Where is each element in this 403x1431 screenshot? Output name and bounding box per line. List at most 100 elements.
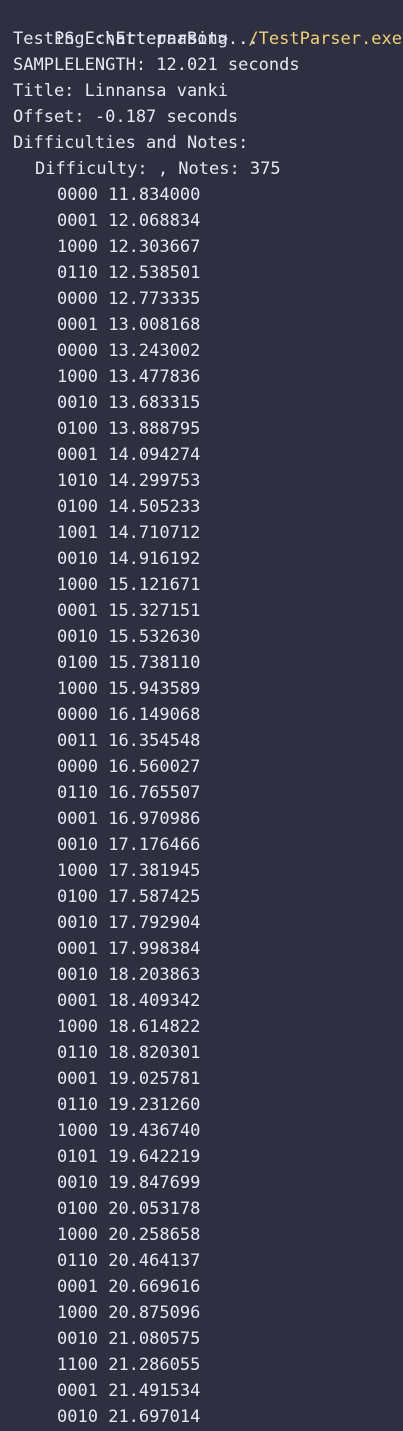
note-pattern: 0100 — [57, 1199, 98, 1219]
note-time: 13.888795 — [108, 419, 201, 439]
note-pattern: 1000 — [57, 861, 98, 881]
note-time: 19.025781 — [108, 1069, 201, 1089]
note-pattern: 0101 — [57, 1147, 98, 1167]
note-pattern: 0000 — [57, 341, 98, 361]
note-pattern: 0001 — [57, 1381, 98, 1401]
note-row: 1100 21.286055 — [57, 1352, 200, 1378]
note-time: 20.669616 — [108, 1277, 201, 1297]
note-time: 21.080575 — [108, 1329, 201, 1349]
note-row: 0001 20.669616 — [57, 1274, 200, 1300]
note-pattern: 0001 — [57, 1069, 98, 1089]
prompt-line: PS E:\EtternaBot> ./TestParser.exe — [13, 0, 402, 49]
note-time: 18.614822 — [108, 1017, 201, 1037]
note-pattern: 0010 — [57, 835, 98, 855]
note-row: 0100 15.738110 — [57, 650, 200, 676]
note-time: 12.538501 — [108, 263, 201, 283]
note-row: 0000 16.560027 — [57, 754, 200, 780]
output-line: SAMPLELENGTH: 12.021 seconds — [13, 55, 300, 75]
note-pattern: 0010 — [57, 1173, 98, 1193]
note-pattern: 0001 — [57, 315, 98, 335]
note-pattern: 1000 — [57, 1303, 98, 1323]
note-pattern: 0010 — [57, 549, 98, 569]
note-row: 0000 13.243002 — [57, 338, 200, 364]
note-time: 17.792904 — [108, 913, 201, 933]
note-pattern: 0010 — [57, 393, 98, 413]
note-pattern: 0010 — [57, 913, 98, 933]
note-time: 21.286055 — [108, 1355, 201, 1375]
note-pattern: 1010 — [57, 471, 98, 491]
note-time: 16.560027 — [108, 757, 201, 777]
note-time: 15.738110 — [108, 653, 201, 673]
note-pattern: 0011 — [57, 731, 98, 751]
note-row: 0001 16.970986 — [57, 806, 200, 832]
note-pattern: 1000 — [57, 367, 98, 387]
note-time: 16.765507 — [108, 783, 201, 803]
note-pattern: 0001 — [57, 1277, 98, 1297]
note-time: 19.642219 — [108, 1147, 201, 1167]
note-row: 1000 18.614822 — [57, 1014, 200, 1040]
note-row: 0001 15.327151 — [57, 598, 200, 624]
note-pattern: 0110 — [57, 783, 98, 803]
note-row: 0110 18.820301 — [57, 1040, 200, 1066]
note-time: 15.943589 — [108, 679, 201, 699]
note-time: 21.491534 — [108, 1381, 201, 1401]
note-row: 1000 15.943589 — [57, 676, 200, 702]
note-pattern: 0000 — [57, 705, 98, 725]
note-row: 0010 17.176466 — [57, 832, 200, 858]
note-pattern: 0100 — [57, 497, 98, 517]
note-row: 0010 13.683315 — [57, 390, 200, 416]
note-time: 12.068834 — [108, 211, 201, 231]
note-time: 12.773335 — [108, 289, 201, 309]
note-row: 0001 17.998384 — [57, 936, 200, 962]
note-row: 0001 18.409342 — [57, 988, 200, 1014]
output-line: Difficulties and Notes: — [13, 133, 249, 153]
note-row: 1000 17.381945 — [57, 858, 200, 884]
note-pattern: 0000 — [57, 185, 98, 205]
note-row: 0001 19.025781 — [57, 1066, 200, 1092]
note-pattern: 1000 — [57, 1225, 98, 1245]
note-pattern: 1001 — [57, 523, 98, 543]
note-pattern: 0110 — [57, 263, 98, 283]
note-time: 18.409342 — [108, 991, 201, 1011]
note-pattern: 0110 — [57, 1043, 98, 1063]
note-pattern: 1000 — [57, 575, 98, 595]
terminal-window[interactable]: PS E:\EtternaBot> ./TestParser.exe Testi… — [0, 0, 403, 1431]
note-row: 0010 17.792904 — [57, 910, 200, 936]
note-row: 0010 18.203863 — [57, 962, 200, 988]
note-pattern: 0110 — [57, 1251, 98, 1271]
output-line: Testing chart parsing... — [13, 29, 259, 49]
note-time: 14.094274 — [108, 445, 201, 465]
note-pattern: 0000 — [57, 757, 98, 777]
note-row: 0110 19.231260 — [57, 1092, 200, 1118]
note-time: 20.053178 — [108, 1199, 201, 1219]
note-time: 15.327151 — [108, 601, 201, 621]
note-row: 0010 21.697014 — [57, 1404, 200, 1430]
note-pattern: 1000 — [57, 237, 98, 257]
note-pattern: 0100 — [57, 887, 98, 907]
note-pattern: 0010 — [57, 1407, 98, 1427]
note-row: 0100 17.587425 — [57, 884, 200, 910]
note-row: 1000 13.477836 — [57, 364, 200, 390]
note-pattern: 1100 — [57, 1355, 98, 1375]
note-time: 16.354548 — [108, 731, 201, 751]
note-time: 14.299753 — [108, 471, 201, 491]
note-pattern: 0010 — [57, 627, 98, 647]
note-time: 15.121671 — [108, 575, 201, 595]
note-pattern: 0100 — [57, 419, 98, 439]
note-time: 19.436740 — [108, 1121, 201, 1141]
note-pattern: 0001 — [57, 445, 98, 465]
note-time: 16.149068 — [108, 705, 201, 725]
note-pattern: 0010 — [57, 965, 98, 985]
note-time: 20.464137 — [108, 1251, 201, 1271]
note-row: 0010 19.847699 — [57, 1170, 200, 1196]
note-time: 13.243002 — [108, 341, 201, 361]
note-row: 1000 20.258658 — [57, 1222, 200, 1248]
note-row: 1000 15.121671 — [57, 572, 200, 598]
note-row: 0100 13.888795 — [57, 416, 200, 442]
note-row: 1000 19.436740 — [57, 1118, 200, 1144]
note-row: 0001 21.491534 — [57, 1378, 200, 1404]
note-row: 0000 11.834000 — [57, 182, 200, 208]
note-time: 17.176466 — [108, 835, 201, 855]
note-pattern: 1000 — [57, 679, 98, 699]
note-row: 0001 13.008168 — [57, 312, 200, 338]
